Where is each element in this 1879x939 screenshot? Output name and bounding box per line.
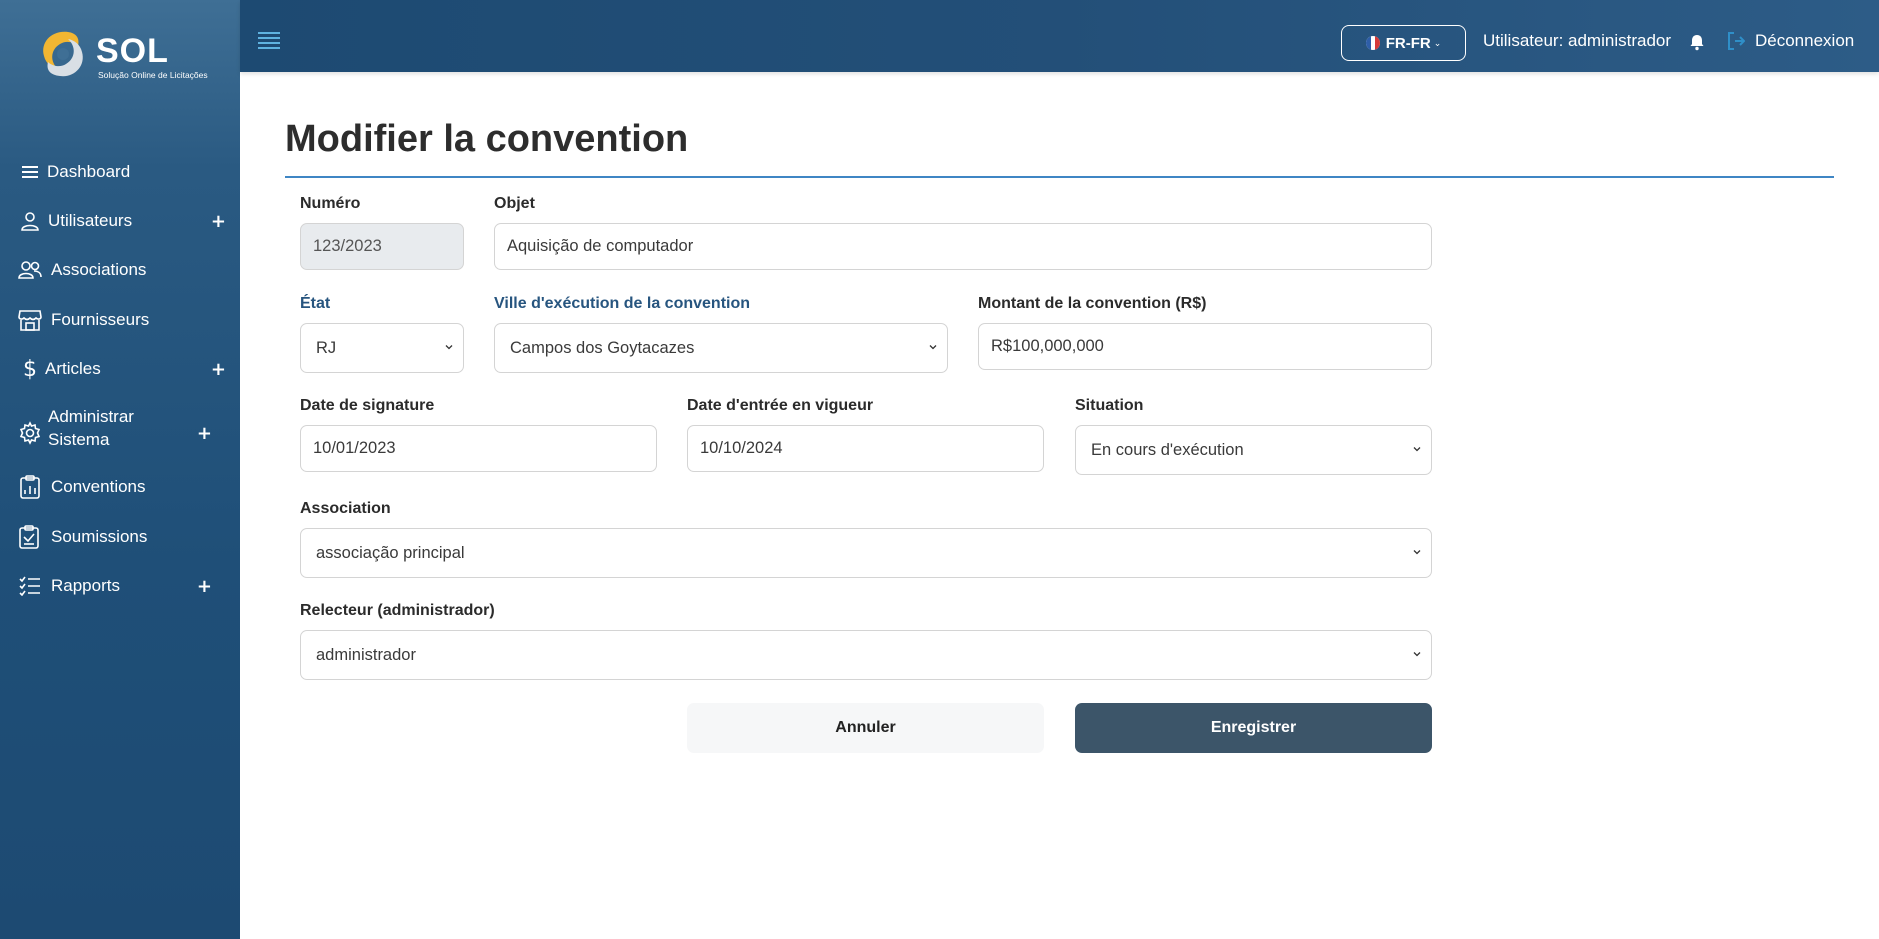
sidebar-item-label: Fournisseurs [51,310,150,329]
chevron-down-icon [929,345,937,350]
relecteur-value: administrador [316,645,416,664]
language-label: FR-FR [1385,34,1431,52]
store-icon [18,308,42,332]
sidebar-item-soumissions[interactable]: Soumissions [0,517,240,557]
language-selector[interactable]: FR-FR ⌄ [1341,25,1466,61]
sidebar-item-label: Administrar Sistema [48,407,134,449]
situation-select[interactable]: En cours d'exécution [1075,425,1432,475]
topbar: FR-FR ⌄ Utilisateur: administrador Décon… [240,0,1879,72]
logout-icon[interactable] [1727,31,1745,51]
sidebar-item-label: Soumissions [51,527,148,546]
expand-plus-icon[interactable]: + [197,576,212,597]
objet-field[interactable]: Aquisição de computador [494,223,1432,270]
date-signature-label: Date de signature [300,397,435,414]
association-value: associação principal [316,543,465,562]
user-icon [18,209,42,233]
montant-field[interactable]: R$100,000,000 [978,323,1432,370]
sidebar-item-conventions[interactable]: Conventions [0,467,240,507]
report-chart-icon [18,475,42,499]
expand-plus-icon[interactable]: + [211,211,226,232]
sidebar: SOL Solução Online de Licitações Dashboa… [0,0,240,939]
clipboard-icon [18,525,42,549]
chevron-down-icon [1413,550,1421,555]
sidebar-item-fournisseurs[interactable]: Fournisseurs [0,300,240,340]
brand-name: SOL [96,32,169,70]
etat-value: RJ [316,338,337,357]
chevron-down-icon [1413,652,1421,657]
france-flag-icon [1365,36,1380,50]
sidebar-item-rapports[interactable]: Rapports + [0,566,240,606]
ville-label: Ville d'exécution de la convention [494,295,751,312]
list-icon [18,160,42,184]
sidebar-item-label: Conventions [51,477,146,496]
sidebar-item-label: Rapports [51,576,120,595]
sidebar-item-label: Associations [51,260,147,279]
menu-toggle-icon[interactable] [258,32,282,49]
bell-icon[interactable] [1688,33,1706,51]
numero-value: 123/2023 [313,237,382,255]
sidebar-item-dashboard[interactable]: Dashboard [0,152,240,192]
brand-tagline: Solução Online de Licitações [98,70,208,80]
current-user: Utilisateur: administrador [1483,31,1672,50]
objet-value: Aquisição de computador [507,237,694,255]
chevron-down-icon: ⌄ [1433,37,1442,48]
logo-swirl-icon [43,31,83,77]
etat-label: État [300,295,331,312]
logout-link[interactable]: Déconnexion [1755,31,1854,51]
objet-label: Objet [494,195,535,212]
users-group-icon [18,258,42,282]
montant-value: R$100,000,000 [991,337,1104,355]
date-vigueur-field[interactable]: 10/10/2024 [687,425,1044,472]
date-signature-field[interactable]: 10/01/2023 [300,425,657,472]
sidebar-item-label: Articles [45,359,101,378]
chevron-down-icon [1413,447,1421,452]
relecteur-label: Relecteur (administrador) [300,602,495,619]
gear-icon [18,421,42,445]
cancel-button[interactable]: Annuler [687,703,1044,753]
date-vigueur-label: Date d'entrée en vigueur [687,397,874,414]
expand-plus-icon[interactable]: + [197,423,212,444]
numero-label: Numéro [300,195,361,212]
chevron-down-icon [445,345,453,350]
numero-field: 123/2023 [300,223,464,270]
ville-value: Campos dos Goytacazes [510,338,695,357]
title-divider [285,176,1834,178]
association-select[interactable]: associação principal [300,528,1432,578]
ville-select[interactable]: Campos dos Goytacazes [494,323,948,373]
montant-label: Montant de la convention (R$) [978,295,1207,312]
date-signature-value: 10/01/2023 [313,439,396,457]
logo[interactable]: SOL Solução Online de Licitações [38,26,208,84]
date-vigueur-value: 10/10/2024 [700,439,783,457]
sidebar-item-utilisateurs[interactable]: Utilisateurs + [0,201,240,241]
association-label: Association [300,500,391,517]
sidebar-item-label: Dashboard [47,162,131,181]
dollar-icon: $ [23,356,37,382]
etat-select[interactable]: RJ [300,323,464,373]
sidebar-item-administrar-sistema[interactable]: Administrar Sistema + [0,407,240,458]
expand-plus-icon[interactable]: + [211,359,226,380]
situation-value: En cours d'exécution [1091,440,1244,459]
page-title: Modifier la convention [285,118,689,160]
sidebar-item-label: Utilisateurs [48,211,133,230]
checklist-icon [18,574,42,598]
situation-label: Situation [1075,397,1144,414]
save-button[interactable]: Enregistrer [1075,703,1432,753]
sidebar-item-articles[interactable]: $ Articles + [0,349,240,389]
relecteur-select[interactable]: administrador [300,630,1432,680]
sidebar-item-associations[interactable]: Associations [0,250,240,290]
